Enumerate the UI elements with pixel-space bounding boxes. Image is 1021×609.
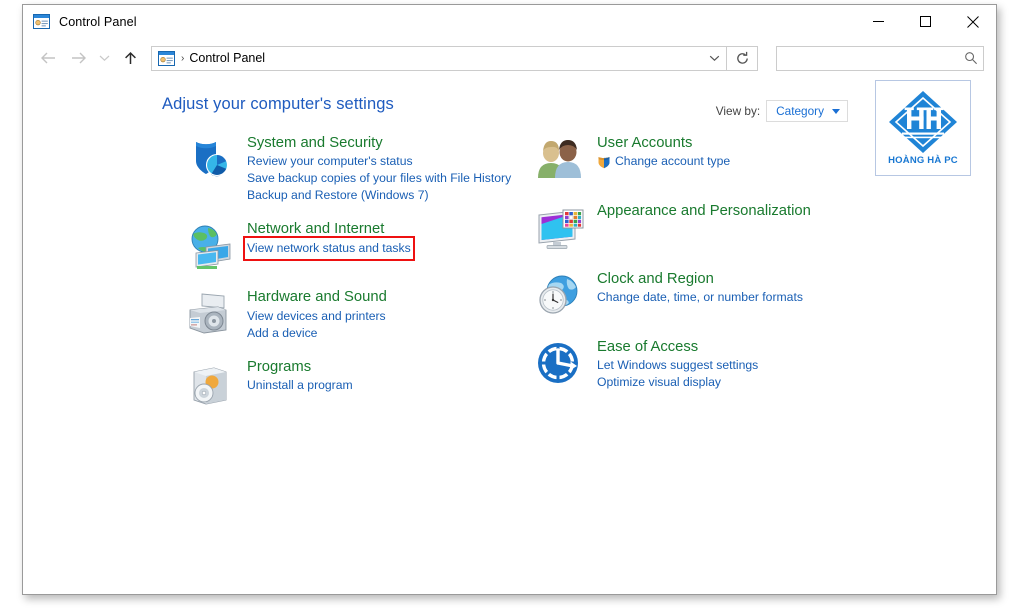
address-bar[interactable]: › Control Panel — [151, 45, 727, 71]
category-links: View network status and tasks — [243, 235, 540, 261]
category-links: View devices and printers Add a device — [247, 308, 540, 342]
control-panel-icon — [33, 14, 50, 29]
category-programs: Programs Uninstall a program — [180, 358, 540, 410]
clock-region-icon — [534, 270, 586, 322]
back-button[interactable] — [33, 44, 63, 72]
link-backup-and-restore[interactable]: Backup and Restore (Windows 7) — [247, 187, 429, 204]
category-ease-of-access: Ease of Access Let Windows suggest setti… — [530, 338, 890, 391]
logo-diamond-icon — [886, 88, 960, 156]
link-view-devices-and-printers[interactable]: View devices and printers — [247, 308, 386, 325]
category-title[interactable]: Programs — [247, 358, 311, 376]
category-links: Review your computer's status Save backu… — [247, 153, 540, 204]
category-clock-and-region: Clock and Region Change date, time, or n… — [530, 270, 890, 322]
right-column: User Accounts Change account type Appear… — [530, 134, 890, 407]
forward-button[interactable] — [63, 44, 93, 72]
category-appearance-and-personalization: Appearance and Personalization — [530, 202, 890, 254]
navigation-bar: › Control Panel — [23, 38, 996, 78]
search-icon[interactable] — [959, 51, 983, 65]
refresh-button[interactable] — [727, 45, 758, 71]
up-button[interactable] — [115, 44, 145, 72]
category-links: Uninstall a program — [247, 377, 540, 394]
category-title[interactable]: User Accounts — [597, 134, 692, 152]
category-title[interactable]: Clock and Region — [597, 270, 714, 288]
caption-buttons — [855, 5, 996, 38]
control-panel-window: Control Panel › Control Panel Adjust you… — [22, 4, 997, 595]
link-let-windows-suggest-settings[interactable]: Let Windows suggest settings — [597, 357, 758, 374]
category-title[interactable]: Ease of Access — [597, 338, 698, 356]
category-links: Change account type — [597, 153, 890, 170]
view-by-control: View by: Category — [716, 100, 848, 122]
network-globe-icon — [184, 220, 236, 272]
search-input[interactable] — [777, 50, 959, 66]
category-network-and-internet: Network and Internet View network status… — [180, 220, 540, 272]
uac-shield-icon — [597, 155, 611, 169]
appearance-monitor-icon — [534, 202, 586, 254]
category-title[interactable]: Hardware and Sound — [247, 288, 387, 306]
user-accounts-icon — [534, 134, 586, 186]
programs-disc-icon — [184, 358, 236, 410]
view-by-label: View by: — [715, 104, 761, 118]
view-by-value: Category — [776, 104, 824, 118]
recent-locations-button[interactable] — [93, 44, 115, 72]
category-system-and-security: System and Security Review your computer… — [180, 134, 540, 204]
content-area: Adjust your computer's settings View by:… — [23, 78, 996, 592]
title-bar: Control Panel — [23, 5, 996, 38]
chevron-down-icon[interactable] — [702, 47, 726, 70]
minimize-button[interactable] — [855, 5, 902, 38]
category-links: Change date, time, or number formats — [597, 289, 890, 306]
category-title[interactable]: Network and Internet — [247, 220, 384, 238]
category-links: Let Windows suggest settings Optimize vi… — [597, 357, 890, 391]
link-label: Change account type — [615, 154, 731, 169]
view-by-dropdown[interactable]: Category — [766, 100, 848, 122]
breadcrumb-separator: › — [181, 52, 185, 64]
close-button[interactable] — [949, 5, 996, 38]
printer-hardware-icon — [184, 288, 236, 340]
link-add-a-device[interactable]: Add a device — [247, 325, 317, 342]
link-save-backup-copies[interactable]: Save backup copies of your files with Fi… — [247, 170, 511, 187]
category-title[interactable]: Appearance and Personalization — [597, 202, 811, 220]
breadcrumb-control-panel[interactable]: Control Panel — [189, 51, 702, 65]
link-review-computer-status[interactable]: Review your computer's status — [247, 153, 413, 170]
category-title[interactable]: System and Security — [247, 134, 383, 152]
chevron-down-icon — [832, 108, 840, 114]
control-panel-icon — [158, 50, 175, 66]
ease-of-access-icon — [534, 338, 586, 390]
window-title: Control Panel — [59, 14, 137, 29]
link-view-network-status-and-tasks[interactable]: View network status and tasks — [243, 235, 415, 261]
category-user-accounts: User Accounts Change account type — [530, 134, 890, 186]
link-change-account-type[interactable]: Change account type — [597, 153, 730, 170]
link-uninstall-a-program[interactable]: Uninstall a program — [247, 377, 353, 394]
logo-text: HOÀNG HÀ PC — [888, 155, 958, 166]
page-title: Adjust your computer's settings — [162, 95, 394, 113]
shield-security-icon — [184, 134, 236, 186]
link-optimize-visual-display[interactable]: Optimize visual display — [597, 374, 721, 391]
maximize-button[interactable] — [902, 5, 949, 38]
category-hardware-and-sound: Hardware and Sound View devices and prin… — [180, 288, 540, 341]
left-column: System and Security Review your computer… — [180, 134, 540, 426]
link-change-date-time-number-formats[interactable]: Change date, time, or number formats — [597, 289, 803, 306]
search-box[interactable] — [776, 45, 984, 71]
